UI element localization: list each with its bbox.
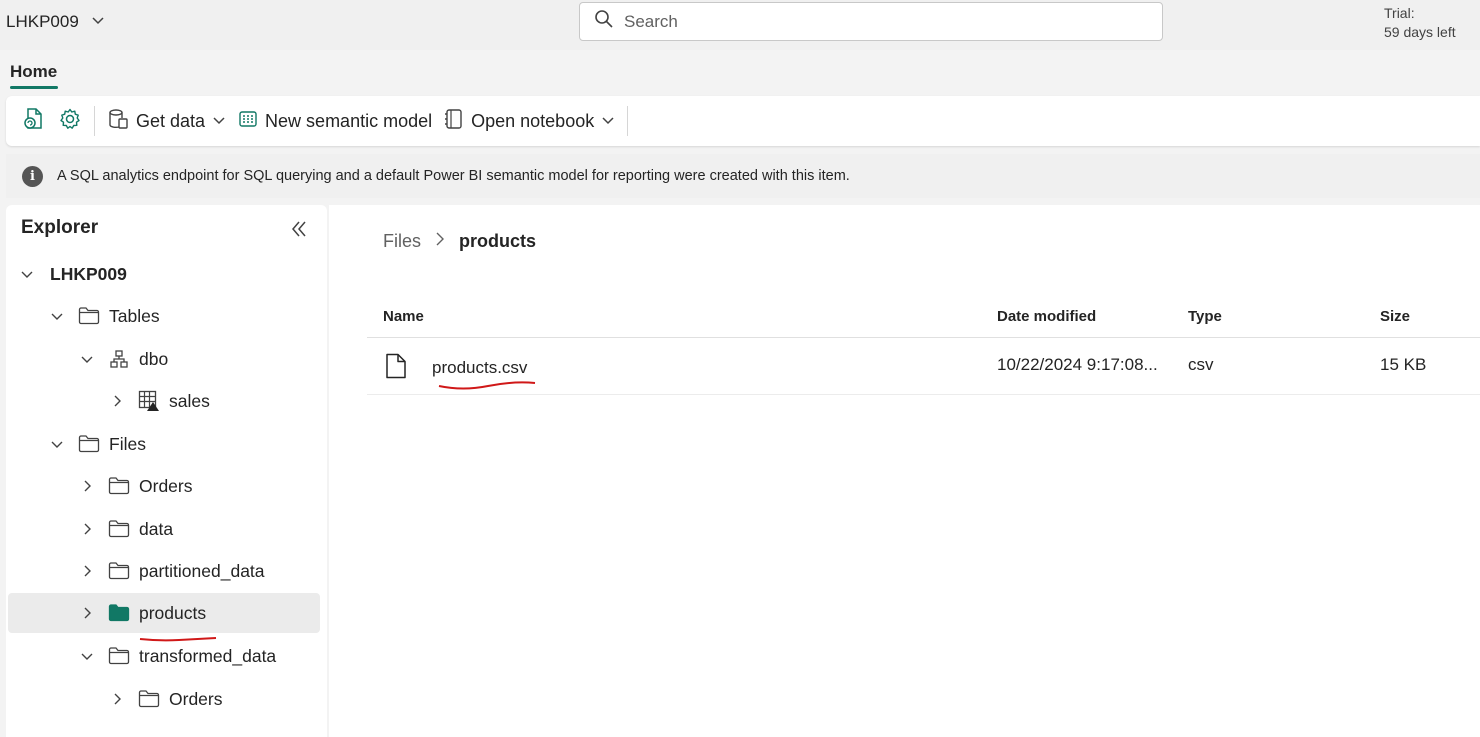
new-semantic-model-button[interactable]: New semantic model	[232, 103, 438, 139]
file-refresh-icon	[22, 107, 46, 136]
tree-item-tables[interactable]: Tables	[6, 296, 327, 336]
schema-icon	[108, 348, 130, 370]
ribbon-tabs: Home	[0, 50, 1480, 94]
tree-item-dbo[interactable]: dbo	[6, 339, 327, 379]
info-icon: i	[22, 165, 43, 187]
collapse-panel-button[interactable]	[289, 219, 311, 241]
chevron-right-icon	[433, 231, 447, 252]
annotation-underline	[438, 381, 536, 390]
get-data-label: Get data	[136, 110, 206, 131]
folder-icon	[108, 560, 130, 582]
chevron-right-icon	[80, 564, 94, 578]
refresh-button[interactable]	[16, 103, 52, 139]
tree-item-data[interactable]: data	[6, 509, 327, 549]
table-header: Name Date modified Type Size	[367, 300, 1480, 338]
double-chevron-left-icon	[289, 221, 309, 243]
tree-item-orders[interactable]: Orders	[6, 466, 327, 506]
file-icon	[385, 353, 407, 384]
folder-icon	[108, 645, 130, 667]
workspace-name: LHKP009	[6, 12, 79, 31]
toolbar-divider	[627, 106, 629, 136]
workspace-switcher[interactable]: LHKP009	[6, 12, 105, 32]
search-icon	[594, 9, 614, 34]
gear-icon	[58, 107, 82, 136]
breadcrumb-current: products	[459, 231, 537, 251]
file-type: csv	[1188, 355, 1214, 374]
chevron-down-icon	[601, 111, 615, 132]
tree-item-sales[interactable]: sales	[6, 381, 327, 421]
tree-item-label: LHKP009	[50, 263, 127, 284]
folder-icon	[108, 518, 130, 540]
search-box[interactable]	[579, 2, 1163, 41]
trial-label: Trial:	[1384, 5, 1415, 21]
explorer-panel: Explorer LHKP009 Tables dbo sales Files …	[6, 205, 327, 737]
open-notebook-button[interactable]: Open notebook	[438, 103, 621, 139]
notebook-icon	[444, 108, 464, 135]
active-tab-indicator	[10, 86, 58, 89]
file-size: 15 KB	[1380, 355, 1427, 374]
chevron-right-icon	[110, 692, 124, 706]
chevron-down-icon	[50, 309, 64, 323]
trial-status[interactable]: Trial: 59 days left	[1384, 4, 1456, 42]
delta-table-icon	[138, 390, 160, 412]
chevron-down-icon	[20, 267, 34, 281]
column-header-type[interactable]: Type	[1188, 308, 1222, 325]
tree-item-partitioned-data[interactable]: partitioned_data	[6, 551, 327, 591]
tree-item-label: Files	[109, 433, 146, 454]
breadcrumb-files[interactable]: Files	[383, 231, 421, 252]
tree-item-files[interactable]: Files	[6, 424, 327, 464]
chevron-down-icon	[80, 352, 94, 366]
tree-item-transformed-data[interactable]: transformed_data	[6, 636, 327, 676]
database-icon	[107, 108, 129, 135]
chevron-right-icon	[80, 522, 94, 536]
get-data-button[interactable]: Get data	[101, 103, 232, 139]
tree-item-transformed-orders[interactable]: Orders	[6, 679, 327, 719]
tree-item-label: data	[139, 518, 174, 539]
info-message: A SQL analytics endpoint for SQL queryin…	[57, 168, 850, 184]
folder-icon	[78, 305, 100, 327]
tree-item-label: Tables	[109, 305, 160, 326]
folder-icon	[138, 688, 160, 710]
breadcrumb: Files products	[383, 231, 536, 252]
tree-item-label: partitioned_data	[139, 560, 265, 581]
chevron-down-icon	[80, 649, 94, 663]
info-banner: i A SQL analytics endpoint for SQL query…	[6, 154, 1480, 198]
chevron-down-icon	[212, 111, 226, 132]
toolbar-divider	[94, 106, 95, 136]
column-header-date-modified[interactable]: Date modified	[997, 308, 1096, 325]
column-header-size[interactable]: Size	[1380, 308, 1410, 325]
tree-item-label: dbo	[139, 348, 169, 369]
toolbar: Get data New semantic model Open noteboo…	[6, 96, 1480, 146]
trial-days-left: 59 days left	[1384, 24, 1456, 40]
file-date-modified: 10/22/2024 9:17:08...	[997, 355, 1158, 374]
chevron-down-icon	[91, 12, 105, 32]
settings-button[interactable]	[52, 103, 88, 139]
tree-item-label: Orders	[139, 475, 193, 496]
chevron-down-icon	[50, 437, 64, 451]
chevron-right-icon	[110, 394, 124, 408]
chevron-right-icon	[80, 479, 94, 493]
tab-home[interactable]: Home	[10, 62, 57, 82]
chevron-right-icon	[80, 606, 94, 620]
search-input[interactable]	[624, 11, 1124, 32]
folder-icon	[78, 433, 100, 455]
semantic-model-icon	[238, 109, 258, 134]
tree-item-label: products	[139, 602, 207, 623]
tree-item-label: Orders	[169, 688, 223, 709]
new-semantic-model-label: New semantic model	[265, 110, 433, 131]
explorer-title: Explorer	[21, 217, 99, 238]
tree-item-label: transformed_data	[139, 645, 277, 666]
open-notebook-label: Open notebook	[471, 110, 595, 131]
column-header-name[interactable]: Name	[383, 308, 424, 325]
folder-filled-icon	[108, 602, 130, 624]
tree-item-label: sales	[169, 390, 210, 411]
tree-item-lakehouse[interactable]: LHKP009	[6, 254, 327, 294]
file-view: Files products Name Date modified Type S…	[329, 205, 1480, 737]
top-bar: LHKP009 Trial: 59 days left	[0, 0, 1480, 50]
file-name[interactable]: products.csv	[432, 358, 527, 378]
folder-icon	[108, 475, 130, 497]
tree-item-products[interactable]: products	[8, 593, 320, 633]
